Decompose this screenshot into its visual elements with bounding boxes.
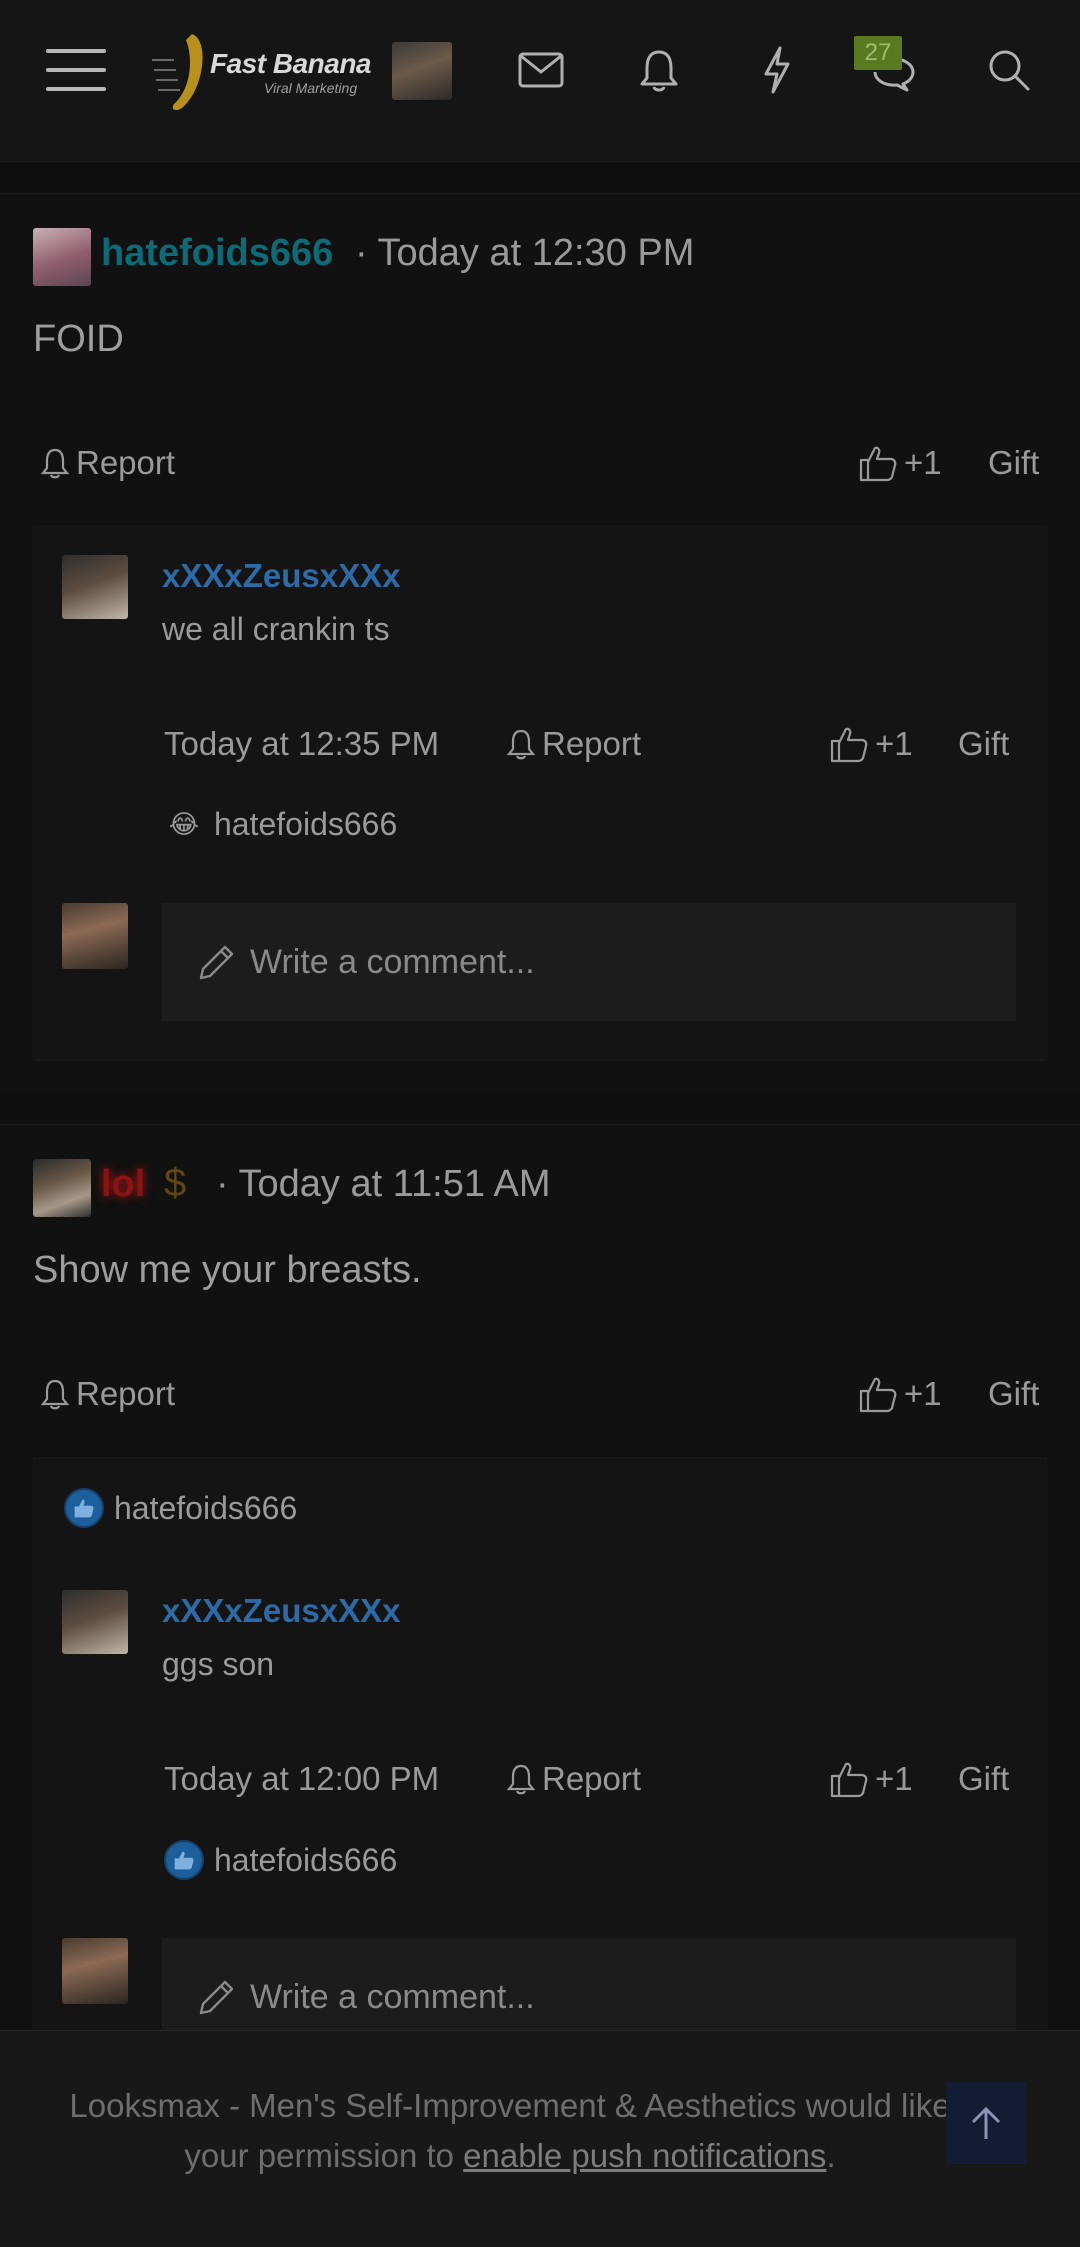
post-time[interactable]: · Today at 12:30 PM (355, 232, 694, 275)
search-icon[interactable] (969, 30, 1049, 110)
write-comment-placeholder: Write a comment... (250, 942, 535, 981)
gift-button[interactable]: Gift (988, 444, 1039, 482)
profile-post: hatefoids666 · Today at 12:30 PM FOID Re… (0, 193, 1080, 1093)
push-text-end: . (826, 2137, 836, 2174)
gift-button[interactable]: Gift (958, 1760, 1009, 1798)
chat-count-badge: 27 (854, 36, 902, 70)
laughing-emoji-icon: 😂 (168, 808, 200, 839)
post-author[interactable]: hatefoids666 (101, 232, 333, 275)
report-label: Report (76, 1375, 176, 1412)
like-button[interactable]: +1 (858, 444, 942, 482)
comment-author[interactable]: xXXxZeusxXXx (162, 1592, 400, 1630)
logo-subtitle: Viral Marketing (264, 80, 358, 96)
report-button[interactable]: Report (506, 725, 641, 763)
envelope-icon[interactable] (501, 30, 581, 110)
banana-logo-icon (152, 34, 203, 111)
bell-icon (40, 1379, 70, 1410)
reaction-summary[interactable]: hatefoids666 (64, 1488, 297, 1528)
thumbs-up-icon (830, 1762, 868, 1798)
post-time[interactable]: · Today at 11:51 AM (216, 1163, 550, 1206)
reaction-summary[interactable]: 😂 hatefoids666 (164, 804, 397, 844)
thumbs-up-icon (830, 727, 868, 763)
user-avatar[interactable] (392, 42, 452, 100)
like-reaction-icon (64, 1488, 104, 1528)
comment-time[interactable]: Today at 12:00 PM (164, 1760, 439, 1798)
avatar[interactable] (62, 555, 128, 619)
avatar (62, 1938, 128, 2004)
report-label: Report (76, 444, 176, 481)
comment-list: xXXxZeusxXXx we all crankin ts Today at … (33, 526, 1047, 1061)
write-comment-box[interactable]: Write a comment... (162, 903, 1016, 1021)
write-comment-placeholder: Write a comment... (250, 1977, 535, 2016)
report-button[interactable]: Report (40, 444, 175, 482)
post-text: Show me your breasts. (33, 1249, 422, 1291)
comment-time[interactable]: Today at 12:35 PM (164, 725, 439, 763)
pencil-icon (199, 945, 234, 980)
scroll-to-top-button[interactable] (946, 2082, 1026, 2164)
bell-icon[interactable] (619, 30, 699, 110)
comment-list: hatefoids666 xXXxZeusxXXx ggs son Today … (33, 1457, 1047, 2057)
top-header: Fast Banana Viral Marketing 27 (0, 0, 1080, 162)
arrow-up-icon (971, 2106, 1001, 2139)
comment-text: ggs son (162, 1646, 275, 1682)
like-label: +1 (904, 1375, 942, 1412)
profile-post: lol $ · Today at 11:51 AM Show me your b… (0, 1124, 1080, 2057)
post-text: FOID (33, 318, 124, 360)
reaction-user: hatefoids666 (214, 805, 398, 842)
enable-push-link[interactable]: enable push notifications (463, 2137, 826, 2174)
comment-author[interactable]: xXXxZeusxXXx (162, 557, 400, 595)
report-button[interactable]: Report (506, 1760, 641, 1798)
menu-icon[interactable] (36, 30, 116, 110)
bell-icon (40, 448, 70, 479)
like-label: +1 (875, 1760, 913, 1797)
like-label: +1 (875, 725, 913, 762)
lightning-icon[interactable] (737, 30, 817, 110)
bell-icon (506, 1764, 536, 1795)
thumbs-up-icon (859, 446, 897, 482)
bell-icon (506, 729, 536, 760)
logo-title: Fast Banana (210, 48, 372, 79)
like-reaction-icon (164, 1840, 204, 1880)
avatar[interactable] (33, 228, 91, 286)
post-author[interactable]: lol (101, 1163, 145, 1206)
reaction-user: hatefoids666 (214, 1841, 398, 1878)
like-button[interactable]: +1 (858, 1375, 942, 1413)
report-label: Report (542, 725, 642, 762)
avatar[interactable] (62, 1590, 128, 1654)
push-notification-banner: Looksmax - Men's Self-Improvement & Aest… (0, 2030, 1080, 2247)
reaction-summary[interactable]: hatefoids666 (164, 1840, 397, 1880)
like-button[interactable]: +1 (829, 725, 913, 763)
avatar[interactable] (33, 1159, 91, 1217)
gift-button[interactable]: Gift (988, 1375, 1039, 1413)
gift-button[interactable]: Gift (958, 725, 1009, 763)
push-message: Looksmax - Men's Self-Improvement & Aest… (60, 2081, 960, 2181)
avatar (62, 903, 128, 969)
site-logo[interactable]: Fast Banana Viral Marketing (152, 30, 372, 114)
like-button[interactable]: +1 (829, 1760, 913, 1798)
report-button[interactable]: Report (40, 1375, 175, 1413)
pencil-icon (199, 1980, 234, 2015)
comment-text: we all crankin ts (162, 611, 390, 647)
thumbs-up-icon (859, 1377, 897, 1413)
reaction-user: hatefoids666 (114, 1489, 298, 1526)
report-label: Report (542, 1760, 642, 1797)
dollar-icon: $ (164, 1161, 187, 1205)
like-label: +1 (904, 444, 942, 481)
